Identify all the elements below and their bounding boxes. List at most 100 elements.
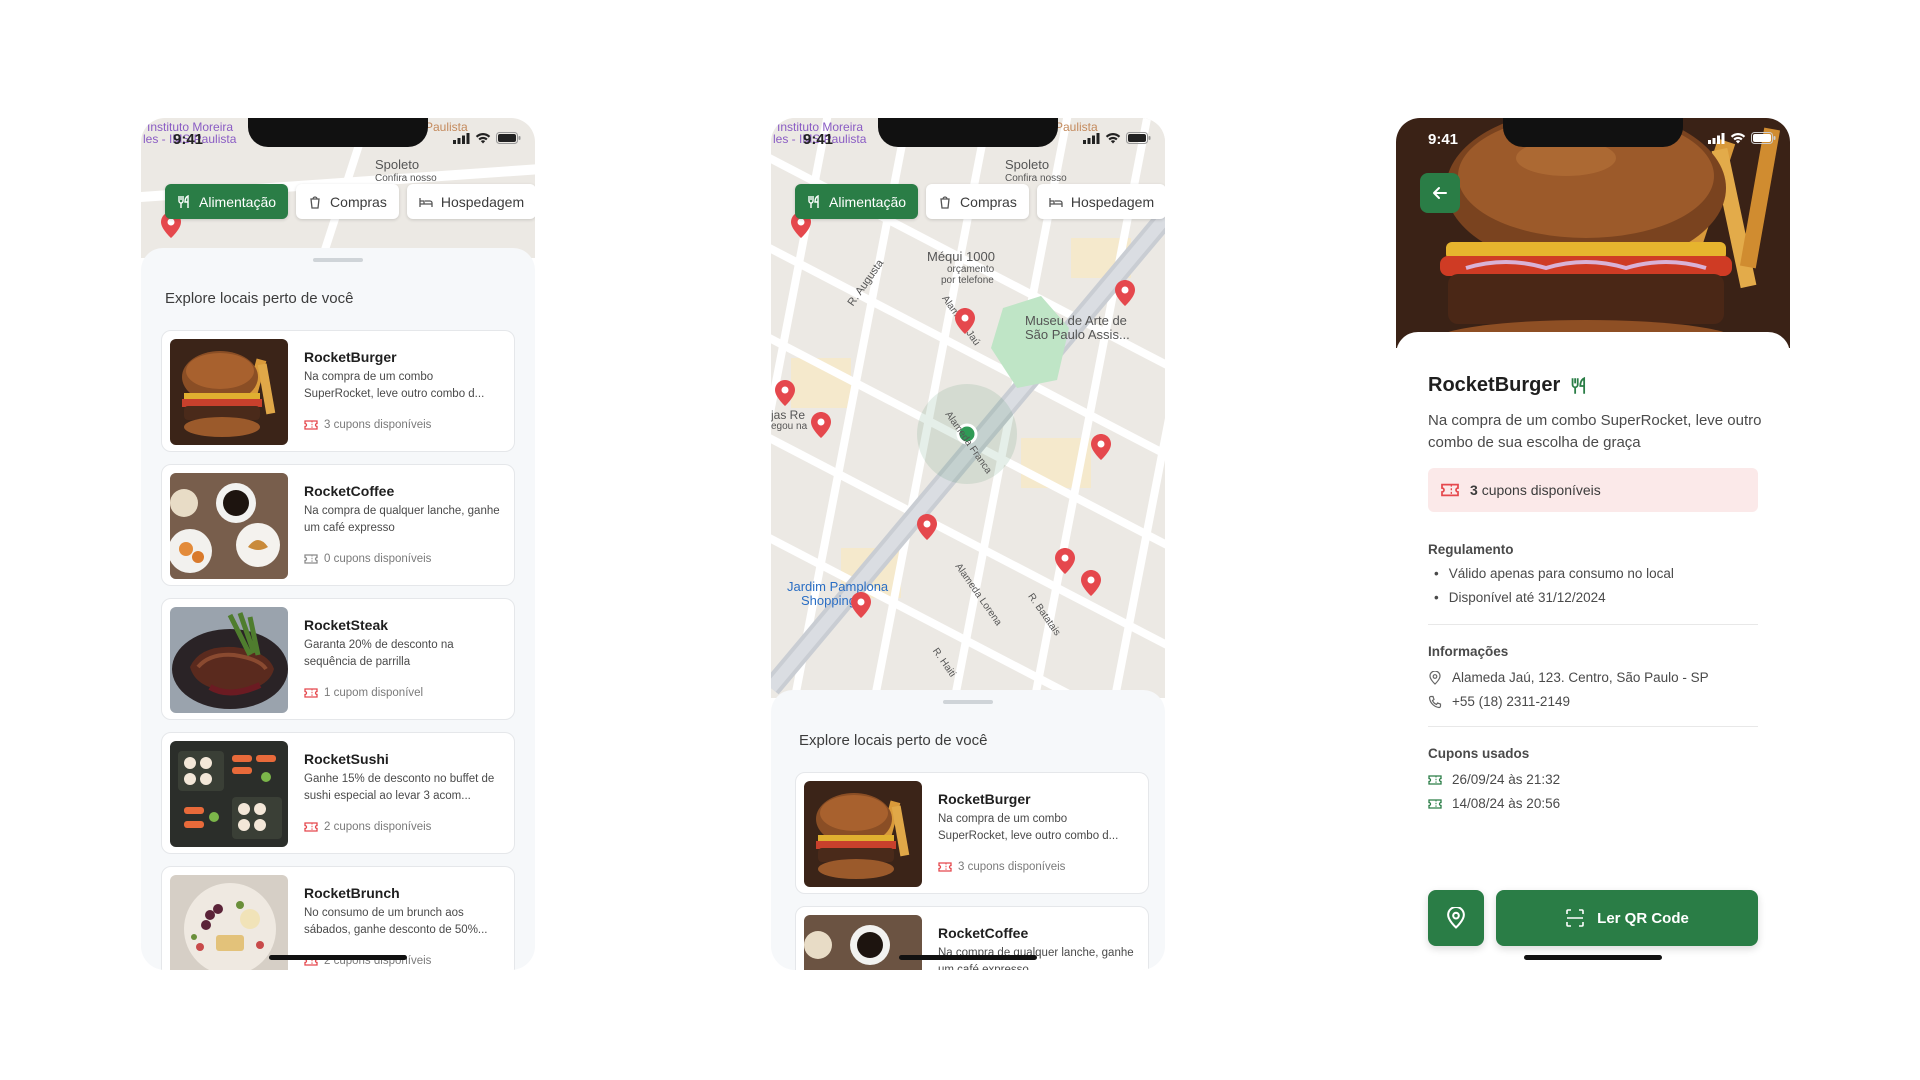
map-pin-icon[interactable]: [1055, 548, 1075, 574]
coupon-count: 2 cupons disponíveis: [304, 821, 431, 833]
used-coupon-row: 14/08/24 às 20:56: [1428, 796, 1560, 811]
divider: [1428, 624, 1758, 625]
map-label: Museu de Arte de: [1025, 313, 1127, 328]
map-pin-icon[interactable]: [1115, 280, 1135, 306]
place-card-rocketsushi[interactable]: RocketSushi Ganhe 15% de desconto no buf…: [161, 732, 515, 854]
status-time: 9:41: [803, 131, 834, 148]
device-notch: [248, 118, 428, 147]
bed-icon: [1049, 197, 1063, 207]
chip-alimentacao[interactable]: Alimentação: [165, 184, 289, 219]
map-pin-icon[interactable]: [955, 308, 975, 334]
places-sheet: Explore locais perto de você RocketBurge…: [771, 690, 1165, 970]
phone-icon: [1428, 695, 1442, 708]
home-indicator: [1524, 955, 1662, 960]
divider: [1428, 726, 1758, 727]
phone-text: +55 (18) 2311-2149: [1452, 694, 1570, 709]
place-description: Ganhe 15% de desconto no buffet de sushi…: [304, 773, 495, 802]
place-card-rocketsteak[interactable]: RocketSteak Garanta 20% de desconto na s…: [161, 598, 515, 720]
coupon-count: 3 cupons disponíveis: [938, 861, 1065, 873]
map-label: São Paulo Assis...: [1025, 327, 1130, 342]
place-name: RocketSteak: [304, 617, 389, 633]
map-pin-icon[interactable]: [811, 412, 831, 438]
qr-button-label: Ler QR Code: [1597, 909, 1689, 927]
coupon-text: 3 cupons disponíveis: [958, 861, 1066, 873]
chip-hospedagem[interactable]: Hospedagem: [406, 184, 535, 219]
sushi-photo: [170, 741, 288, 847]
used-coupons-title: Cupons usados: [1428, 746, 1530, 761]
map-pin-icon[interactable]: [1081, 570, 1101, 596]
device-notch: [878, 118, 1058, 147]
place-card-rocketcoffee[interactable]: RocketCoffee Na compra de qualquer lanch…: [161, 464, 515, 586]
back-button[interactable]: [1420, 173, 1460, 213]
rule-item: • Válido apenas para consumo no local: [1434, 566, 1674, 581]
sheet-handle[interactable]: [313, 258, 363, 262]
rules-title: Regulamento: [1428, 542, 1514, 557]
wifi-icon: [1730, 132, 1746, 143]
shopping-bag-icon: [940, 195, 950, 209]
phone-map-screen: Instituto Moreira les - IMS Paulista Pau…: [771, 118, 1165, 970]
steak-photo: [170, 607, 288, 713]
status-time: 9:41: [1428, 131, 1459, 148]
battery-icon: [496, 132, 521, 144]
chip-label: Alimentação: [829, 193, 907, 210]
phone-detail-screen: 9:41 RocketBurger Na compra de um combo …: [1396, 118, 1790, 970]
map-label: Spoleto: [1005, 157, 1050, 172]
place-name: RocketSushi: [304, 751, 389, 767]
place-card-rocketburger[interactable]: RocketBurger Na compra de um combo Super…: [161, 330, 515, 452]
used-coupon-date: 26/09/24 às 21:32: [1452, 772, 1561, 787]
map-pin-icon[interactable]: [1091, 434, 1111, 460]
coffee-photo: [170, 473, 288, 579]
chip-hospedagem[interactable]: Hospedagem: [1036, 184, 1165, 219]
address-row: Alameda Jaú, 123. Centro, São Paulo - SP: [1428, 670, 1709, 685]
sheet-title: Explore locais perto de você: [799, 732, 988, 749]
map-label: Shopping: [801, 593, 856, 608]
battery-icon: [1751, 132, 1776, 144]
ticket-icon: [304, 688, 318, 698]
place-title-text: RocketBurger: [1428, 374, 1561, 396]
ticket-icon: [304, 554, 318, 564]
wifi-icon: [475, 132, 491, 143]
place-card-rocketcoffee[interactable]: RocketCoffee Na compra de qualquer lanch…: [795, 906, 1149, 970]
burger-photo: [170, 339, 288, 445]
sheet-handle[interactable]: [943, 700, 993, 704]
map-label: Jardim Pamplona: [787, 579, 889, 594]
place-title: RocketBurger: [1428, 374, 1588, 397]
chip-label: Hospedagem: [440, 193, 525, 210]
coupon-text: 1 cupom disponível: [324, 687, 424, 699]
chip-alimentacao[interactable]: Alimentação: [795, 184, 919, 219]
status-time: 9:41: [173, 131, 204, 148]
places-sheet: Explore locais perto de você RocketBurge…: [141, 248, 535, 970]
map-location-button[interactable]: [1428, 890, 1484, 946]
scan-icon: [1566, 909, 1584, 927]
signal-icon: [1083, 132, 1100, 144]
map-label: egou na: [771, 421, 808, 432]
map-pin-icon[interactable]: [917, 514, 937, 540]
coupon-count: 3 cupons disponíveis: [304, 419, 431, 431]
place-description: No consumo de um brunch aos sábados, gan…: [304, 907, 488, 936]
place-card-rocketburger[interactable]: RocketBurger Na compra de um combo Super…: [795, 772, 1149, 894]
signal-icon: [453, 132, 470, 144]
burger-photo: [804, 781, 922, 887]
place-description: Na compra de um combo SuperRocket, leve …: [304, 371, 485, 400]
map-label: por telefone: [941, 275, 994, 286]
used-coupon-row: 26/09/24 às 21:32: [1428, 772, 1560, 787]
chip-label: Alimentação: [199, 193, 277, 210]
place-name: RocketBurger: [938, 791, 1031, 807]
map-pin-icon[interactable]: [775, 380, 795, 406]
read-qr-code-button[interactable]: Ler QR Code: [1496, 890, 1758, 946]
ticket-icon: [938, 862, 952, 872]
ticket-icon: [1441, 483, 1459, 497]
place-name: RocketCoffee: [304, 483, 395, 499]
chip-label: Hospedagem: [1070, 193, 1155, 210]
sheet-title: Explore locais perto de você: [165, 290, 354, 307]
coupon-count: 1 cupom disponível: [304, 687, 423, 699]
map-pin-icon[interactable]: [851, 592, 871, 618]
chip-compras[interactable]: Compras: [296, 184, 399, 219]
coupon-text: 0 cupons disponíveis: [324, 553, 432, 565]
chip-compras[interactable]: Compras: [926, 184, 1029, 219]
address-text: Alameda Jaú, 123. Centro, São Paulo - SP: [1452, 670, 1709, 685]
map-label: orçamento: [947, 264, 995, 275]
place-description: Na compra de um combo SuperRocket, leve …: [938, 813, 1119, 842]
category-chips: Alimentação Compras Hospedagem: [165, 184, 535, 219]
coupon-number: 3: [1470, 482, 1478, 498]
